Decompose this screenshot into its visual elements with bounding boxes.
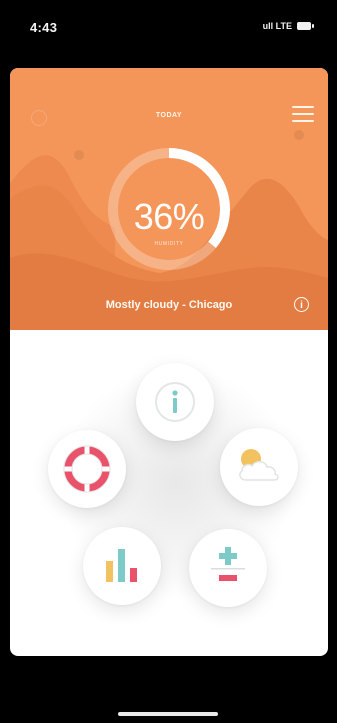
- status-time: 4:43: [30, 20, 58, 35]
- calculator-button[interactable]: [189, 529, 267, 607]
- header-title: TODAY: [155, 112, 183, 119]
- partly-cloudy-icon: [239, 449, 279, 481]
- info-small-icon[interactable]: i: [294, 297, 309, 312]
- app-panel: TODAY 36% HUMIDITY Mostly cloudy - Chica…: [10, 68, 328, 656]
- status-bar: 4:43 ull LTE: [0, 0, 337, 58]
- weather-header: TODAY 36% HUMIDITY Mostly cloudy - Chica…: [10, 68, 328, 330]
- network-indicator: ull LTE: [262, 21, 292, 31]
- status-indicators: ull LTE: [262, 21, 314, 31]
- bar-chart-icon: [106, 549, 137, 582]
- home-indicator[interactable]: [118, 712, 218, 716]
- plus-minus-icon: [211, 547, 245, 581]
- faded-dot-icon: [74, 150, 84, 160]
- lifebuoy-icon: [63, 445, 111, 493]
- humidity-value: 36%: [133, 196, 205, 237]
- info-icon: [155, 382, 195, 422]
- weather-button[interactable]: [220, 428, 298, 506]
- info-button[interactable]: [136, 363, 214, 441]
- humidity-caption: HUMIDITY: [154, 241, 184, 247]
- hamburger-menu-icon[interactable]: [292, 106, 314, 124]
- weather-location: Mostly cloudy - Chicago: [105, 299, 233, 311]
- faded-dot-icon: [294, 130, 304, 140]
- battery-icon: [297, 22, 314, 30]
- stats-button[interactable]: [83, 527, 161, 605]
- help-button[interactable]: [48, 430, 126, 508]
